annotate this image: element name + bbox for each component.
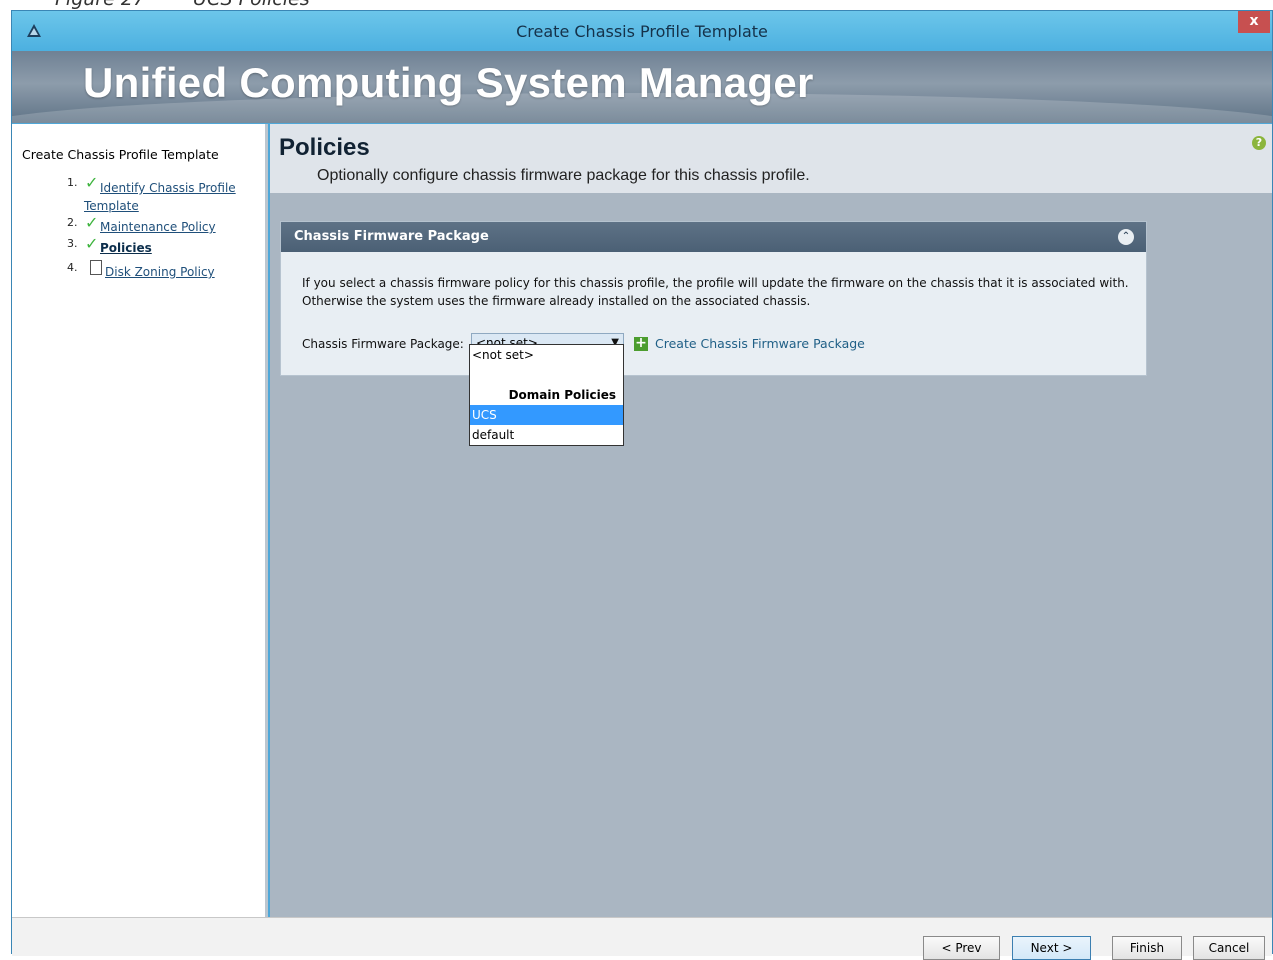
next-button[interactable]: Next > [1012,936,1091,960]
dropdown-option-ucs[interactable]: UCS [470,405,623,425]
step-link-disk-zoning[interactable]: Disk Zoning Policy [105,265,215,279]
panel-description: If you select a chassis firmware policy … [302,274,1142,310]
collapse-chevron-icon[interactable]: ⌃ [1118,229,1134,245]
step-number: 1. [67,176,78,189]
step-number: 2. [67,216,78,229]
check-icon: ✓ [85,213,99,232]
figure-caption: Figure 27 UCS Policies [55,0,310,10]
cancel-button[interactable]: Cancel [1193,936,1265,960]
description-line-1: If you select a chassis firmware policy … [302,276,1129,290]
panel-title: Chassis Firmware Package [294,229,489,244]
create-firmware-package-link[interactable]: Create Chassis Firmware Package [655,336,865,351]
check-icon: ✓ [85,173,99,192]
figure-title: UCS Policies [193,0,310,10]
dropdown-option-not-set[interactable]: <not set> [470,345,623,365]
dropdown-group-domain-policies: Domain Policies [508,388,616,402]
wizard-footer: < Prev Next > Finish Cancel [12,917,1272,960]
wizard-step-nav: Create Chassis Profile Template 1. ✓ Ide… [12,124,268,917]
firmware-package-label: Chassis Firmware Package: [302,337,464,351]
page-subtitle: Optionally configure chassis firmware pa… [317,167,810,184]
banner-title: Unified Computing System Manager [83,59,814,106]
document-icon [90,260,102,275]
finish-button[interactable]: Finish [1112,936,1182,960]
step-number: 4. [67,261,78,274]
content-header: Policies Optionally configure chassis fi… [270,124,1272,193]
window-title: Create Chassis Profile Template [516,22,768,41]
step-link-identify-line2[interactable]: Template [84,199,139,213]
page-title: Policies [279,134,370,161]
wizard-window: Create Chassis Profile Template x Unifie… [11,10,1273,960]
app-banner: Unified Computing System Manager [12,51,1272,123]
dropdown-option-default[interactable]: default [470,425,623,445]
prev-button[interactable]: < Prev [923,936,1000,960]
content-area: Policies Optionally configure chassis fi… [270,124,1272,917]
step-number: 3. [67,237,78,250]
step-link-policies[interactable]: Policies [100,241,152,255]
nav-heading: Create Chassis Profile Template [22,147,219,162]
firmware-package-dropdown: <not set> Domain Policies UCS default [469,344,624,446]
plus-icon[interactable]: + [634,336,648,351]
panel-header: Chassis Firmware Package ⌃ [281,222,1146,252]
firmware-package-panel: Chassis Firmware Package ⌃ If you select… [280,221,1147,376]
description-line-2: Otherwise the system uses the firmware a… [302,294,811,308]
check-icon: ✓ [85,234,99,253]
close-button[interactable]: x [1238,11,1270,33]
step-link-identify[interactable]: Identify Chassis Profile [100,181,236,195]
step-link-maintenance[interactable]: Maintenance Policy [100,220,216,234]
help-icon[interactable]: ? [1252,136,1266,150]
figure-label: Figure 27 [55,0,145,10]
title-bar[interactable]: Create Chassis Profile Template x [12,11,1272,51]
